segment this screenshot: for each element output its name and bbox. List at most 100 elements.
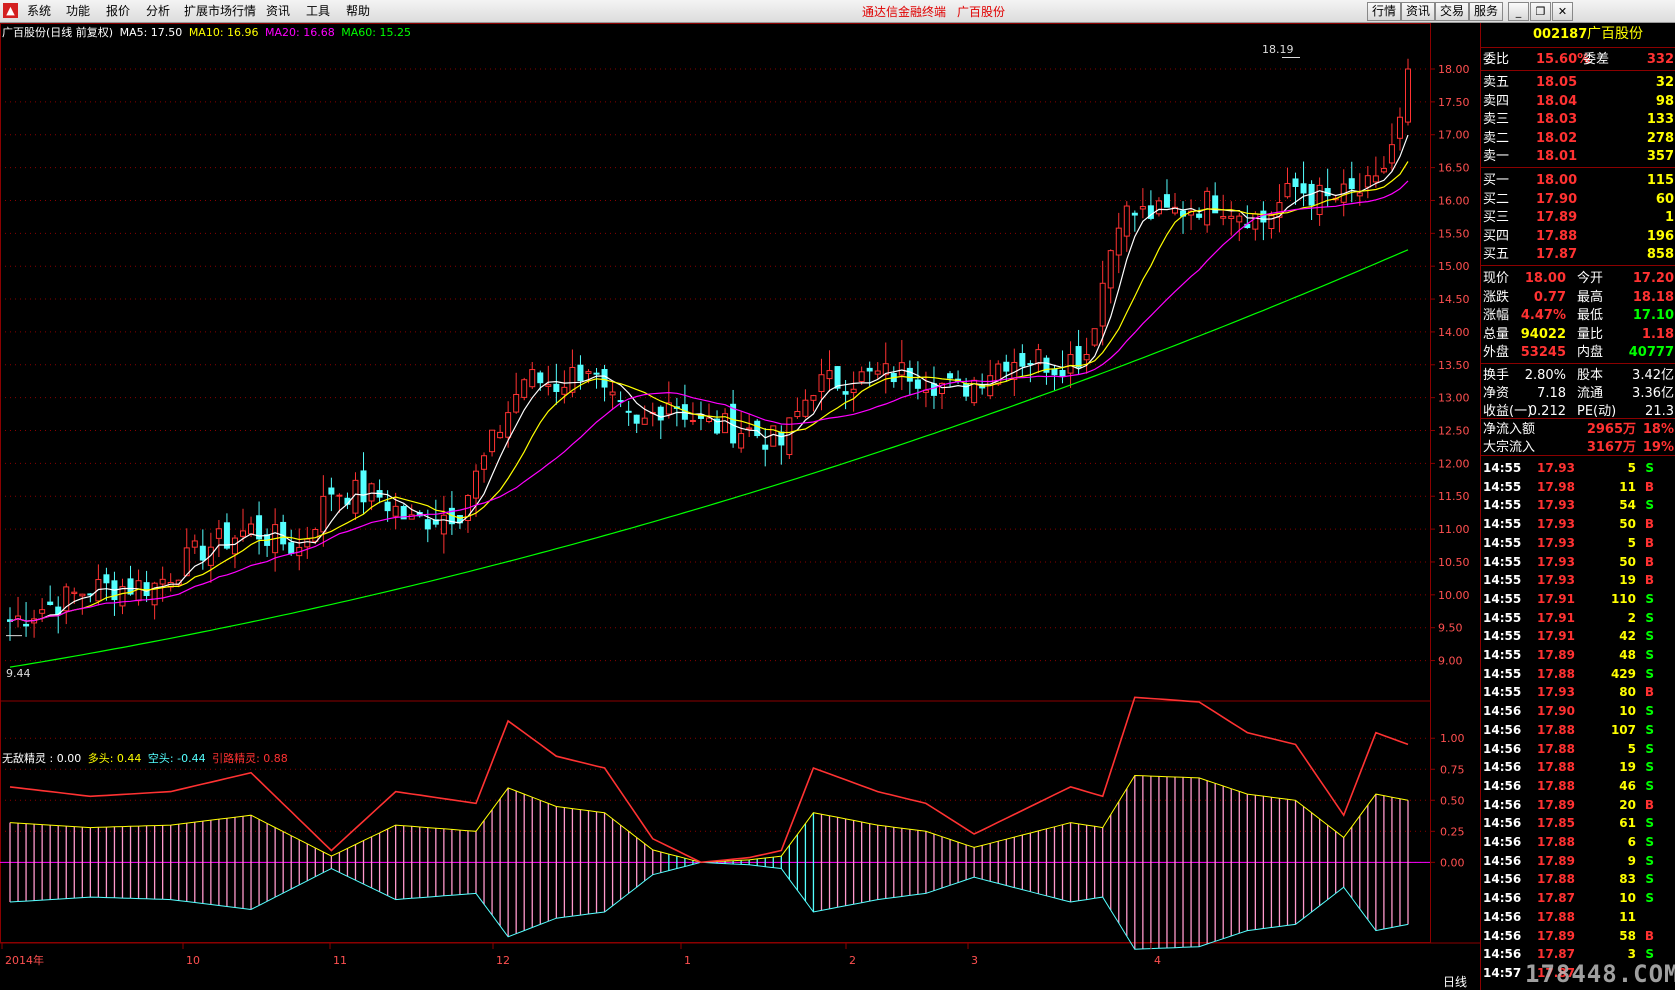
candle-body: [288, 542, 295, 554]
tick-side: S: [1645, 461, 1654, 475]
bid-label: 买一: [1483, 173, 1510, 188]
menu-quote[interactable]: 报价: [106, 3, 130, 19]
candle-body: [47, 601, 54, 606]
candle-body: [858, 371, 865, 382]
tick-volume: 6: [1627, 835, 1636, 849]
tick-price: 17.88: [1537, 666, 1575, 681]
tick-time: 14:56: [1483, 835, 1522, 849]
stat2-value-2: 3.42亿: [1632, 368, 1674, 383]
bid-row: 买二 17.90 60: [1481, 190, 1675, 209]
news-button[interactable]: 资讯: [1401, 2, 1436, 21]
candle-body: [248, 523, 255, 535]
close-icon[interactable]: ✕: [1552, 2, 1573, 21]
tick-side: B: [1644, 535, 1654, 550]
stat-value: 94022: [1520, 326, 1566, 342]
tick-row: 14:55 17.98 11 B: [1481, 478, 1675, 496]
candle-body: [1099, 282, 1106, 327]
menu-tools[interactable]: 工具: [306, 3, 330, 19]
stat2-label-2: 流通: [1577, 386, 1604, 401]
bid-volume: 858: [1646, 247, 1674, 262]
bid-row: 买三 17.89 1: [1481, 208, 1675, 227]
menu-function[interactable]: 功能: [66, 3, 90, 19]
candle-body: [497, 431, 504, 439]
candle-body: [1268, 215, 1275, 230]
chart-title: 广百股份(日线 前复权): [2, 26, 114, 39]
tick-time: 14:55: [1483, 517, 1522, 532]
y-tick-label: 15.00: [1438, 260, 1470, 273]
stat-value: 0.77: [1533, 289, 1566, 305]
tick-time: 14:55: [1483, 685, 1522, 700]
candle-body: [39, 609, 46, 614]
candle-body: [1405, 68, 1411, 123]
indicator-name: 无敌精灵 : 0.00: [2, 752, 82, 765]
bid-row: 买五 17.87 858: [1481, 245, 1675, 264]
stat-label-2: 今开: [1577, 271, 1604, 286]
candle-body: [874, 370, 881, 375]
menu-news[interactable]: 资讯: [266, 3, 290, 19]
candle-body: [1196, 213, 1203, 218]
restore-icon[interactable]: ❐: [1530, 2, 1551, 21]
candle-body: [489, 429, 496, 453]
candle-body: [593, 372, 600, 375]
menu-system[interactable]: 系统: [27, 3, 51, 19]
tick-price: 17.88: [1537, 722, 1575, 737]
candle-body: [1364, 175, 1371, 188]
tick-price: 17.87: [1537, 891, 1575, 906]
ma20-line: [9, 180, 1409, 622]
period-label[interactable]: 日线: [1443, 973, 1467, 990]
stat-label: 现价: [1483, 271, 1510, 286]
tick-volume: 61: [1619, 816, 1636, 831]
y-tick-label: 13.00: [1438, 392, 1470, 405]
quote-panel: 002187 广百股份 委比 15.60% 委差 332 卖五 18.05 32 卖四…: [1480, 23, 1675, 990]
ind-tick-label: 0.50: [1440, 794, 1465, 807]
candle-body: [1075, 346, 1082, 368]
tick-time: 14:56: [1483, 722, 1522, 737]
tick-volume: 48: [1619, 648, 1636, 662]
y-tick-label: 17.00: [1438, 129, 1470, 142]
quote-button[interactable]: 行情: [1367, 2, 1402, 21]
candle-body: [1155, 200, 1162, 215]
candle-body: [689, 420, 696, 423]
tick-volume: 110: [1610, 591, 1636, 606]
tick-price: 17.88: [1537, 760, 1575, 775]
candle-body: [505, 412, 512, 438]
candle-body: [1348, 178, 1355, 190]
candle-body: [1107, 250, 1114, 289]
ma10-label: MA10: 16.96: [188, 26, 259, 39]
x-tick-label: 4: [1154, 954, 1161, 967]
candle-body: [794, 410, 801, 418]
tick-price: 17.85: [1537, 816, 1575, 831]
trade-button[interactable]: 交易: [1435, 2, 1470, 21]
tick-row: 14:55 17.91 2 S: [1481, 609, 1675, 627]
y-tick-label: 16.00: [1438, 194, 1470, 207]
tick-row: 14:55 17.93 54 S: [1481, 496, 1675, 514]
menu-analysis[interactable]: 分析: [146, 3, 170, 19]
candle-body: [842, 391, 849, 395]
minimize-icon[interactable]: _: [1508, 2, 1529, 21]
candle-body: [199, 545, 206, 561]
stock-code: 002187: [1533, 27, 1588, 42]
tick-row: 14:56 17.89 9 S: [1481, 852, 1675, 870]
tick-side: S: [1645, 853, 1654, 868]
candle-body: [23, 623, 30, 627]
kline-chart[interactable]: 18.00 17.50 17.00 16.50 16.00 15.50 15.00 14.50…: [0, 23, 1480, 990]
candle-body: [191, 540, 198, 548]
candle-body: [746, 427, 753, 430]
service-button[interactable]: 服务: [1469, 2, 1504, 21]
stat-label-2: 最高: [1577, 289, 1604, 305]
menu-help[interactable]: 帮助: [346, 3, 370, 19]
ind-tick-label: 0.00: [1440, 856, 1465, 869]
menu-extended-market[interactable]: 扩展市场行情: [184, 3, 256, 19]
stat-label: 外盘: [1483, 345, 1510, 360]
indicator-lead: 引路精灵: 0.88: [212, 752, 288, 765]
y-tick-label: 14.00: [1438, 326, 1470, 339]
candle-body: [553, 383, 560, 392]
tick-side: S: [1645, 760, 1654, 775]
candle-body: [778, 431, 785, 446]
tick-row: 14:56 17.88 19 S: [1481, 758, 1675, 776]
tick-row: 14:55 17.93 5 S: [1481, 459, 1675, 477]
ask-row: 卖四 18.04 98: [1481, 92, 1675, 111]
candle-body: [320, 495, 327, 533]
stat-value-2: 18.18: [1632, 289, 1674, 305]
tick-price: 17.91: [1537, 629, 1575, 644]
